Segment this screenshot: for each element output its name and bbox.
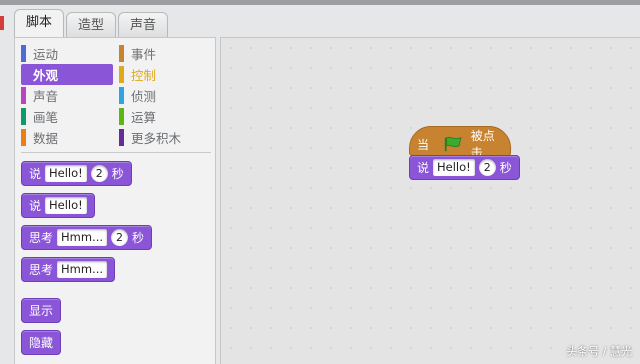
category-sound[interactable]: 声音 [21, 85, 119, 106]
scripts-area[interactable] [220, 37, 640, 364]
category-looks[interactable]: 外观 [21, 64, 113, 85]
block-text-input[interactable]: Hmm... [57, 229, 108, 246]
category-more-blocks[interactable]: 更多积木 [119, 127, 209, 148]
category-label: 外观 [33, 68, 59, 83]
category-swatch [21, 108, 26, 125]
tab-scripts[interactable]: 脚本 [14, 9, 65, 38]
category-swatch [119, 129, 124, 146]
category-swatch [21, 45, 26, 62]
editor-tabs: 脚本 造型 声音 [14, 8, 170, 38]
category-swatch [119, 66, 124, 83]
block-number-input[interactable]: 2 [90, 165, 108, 182]
block-unit-label: 秒 [132, 231, 145, 245]
block-show[interactable]: 显示 [21, 298, 62, 323]
block-text-input[interactable]: Hello! [433, 159, 475, 176]
block-say-for-secs[interactable]: 说 Hello! 2 秒 [21, 161, 132, 186]
hat-label-when: 当 [417, 137, 430, 152]
block-number-input[interactable]: 2 [478, 159, 496, 176]
block-label: 显示 [29, 304, 54, 318]
category-motion[interactable]: 运动 [21, 43, 119, 64]
watermark: 头条号 / 慧光 [566, 345, 632, 358]
block-unit-label: 秒 [499, 161, 512, 175]
block-label: 思考 [29, 231, 54, 245]
green-flag-icon [444, 136, 462, 152]
category-operators[interactable]: 运算 [119, 106, 209, 127]
block-say[interactable]: 说 Hello! [21, 193, 95, 218]
category-swatch [21, 129, 26, 146]
block-unit-label: 秒 [111, 167, 124, 181]
block-label: 隐藏 [29, 336, 54, 350]
script-block-say-for-secs[interactable]: 说 Hello! 2 秒 [409, 155, 520, 180]
when-flag-clicked-block[interactable]: 当 被点击 [409, 126, 511, 160]
category-label: 声音 [33, 89, 59, 104]
block-text-input[interactable]: Hello! [45, 165, 87, 182]
block-label: 说 [29, 167, 42, 181]
block-think[interactable]: 思考 Hmm... [21, 257, 116, 282]
category-label: 事件 [131, 47, 157, 62]
left-edge-indicator [0, 16, 4, 30]
block-text-input[interactable]: Hello! [45, 197, 87, 214]
window-top-bar [0, 0, 640, 5]
category-swatch [21, 66, 26, 83]
category-swatch [119, 45, 124, 62]
category-data[interactable]: 数据 [21, 127, 119, 148]
palette-divider [21, 152, 211, 153]
tab-sounds[interactable]: 声音 [118, 12, 169, 38]
category-swatch [119, 108, 124, 125]
block-text-input[interactable]: Hmm... [57, 261, 108, 278]
category-label: 运动 [33, 47, 59, 62]
block-label: 说 [417, 161, 430, 175]
block-number-input[interactable]: 2 [111, 229, 129, 246]
category-list: 运动 事件 外观 控制 声音 侦测 画笔 运算 数据 更多积木 [21, 43, 211, 148]
category-label: 运算 [131, 110, 157, 125]
category-sensing[interactable]: 侦测 [119, 85, 209, 106]
block-label: 思考 [29, 263, 54, 277]
block-hide[interactable]: 隐藏 [21, 330, 62, 355]
category-label: 更多积木 [131, 131, 182, 146]
category-label: 控制 [131, 68, 157, 83]
block-label: 说 [29, 199, 42, 213]
category-swatch [119, 87, 124, 104]
category-pen[interactable]: 画笔 [21, 106, 119, 127]
category-label: 侦测 [131, 89, 157, 104]
category-swatch [21, 87, 26, 104]
category-control[interactable]: 控制 [119, 64, 209, 85]
category-events[interactable]: 事件 [119, 43, 209, 64]
category-label: 画笔 [33, 110, 59, 125]
block-think-for-secs[interactable]: 思考 Hmm... 2 秒 [21, 225, 153, 250]
category-label: 数据 [33, 131, 59, 146]
tab-costumes[interactable]: 造型 [66, 12, 117, 38]
